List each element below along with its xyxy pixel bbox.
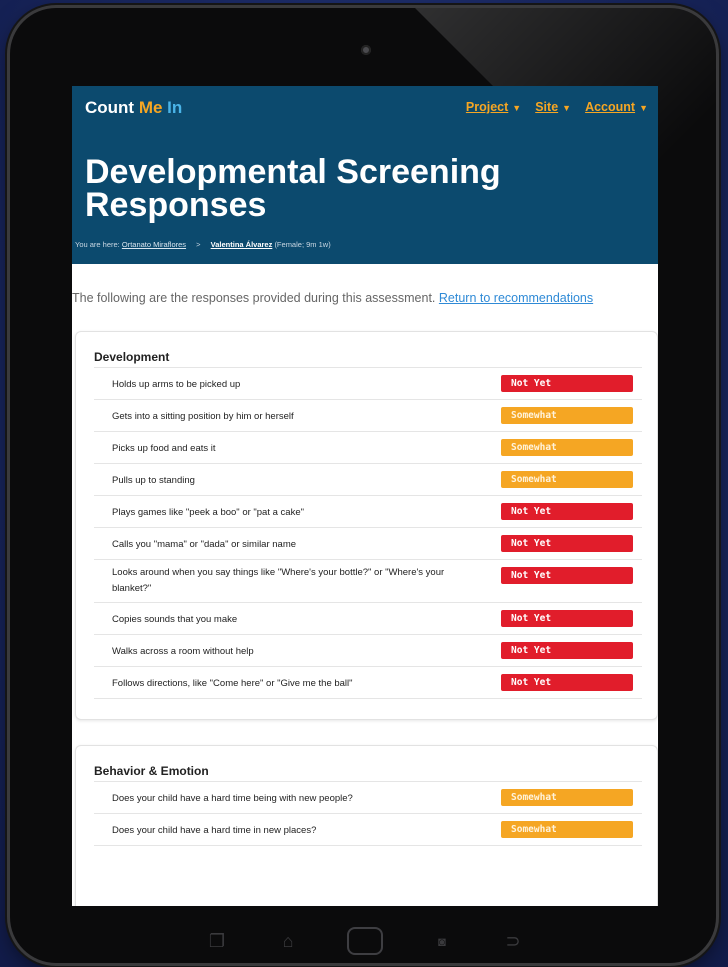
tablet-frame: Count Me In Project ▼ Site ▼ Account ▼ Deve… [10,8,716,963]
response-badge: Not Yet [501,375,633,392]
brand-logo[interactable]: Count Me In [85,98,182,118]
breadcrumb: You are here: Ortanato Miraflores > Vale… [75,240,331,249]
question-text: Follows directions, like "Come here" or … [112,678,353,689]
response-row: Picks up food and eats it Somewhat [94,432,642,464]
page-header: Count Me In Project ▼ Site ▼ Account ▼ Deve… [72,86,658,264]
nav-account-label: Account [585,100,636,114]
brand-part-in: In [162,98,183,117]
response-row: Does your child have a hard time in new … [94,814,642,846]
question-text: Does your child have a hard time being w… [112,793,353,804]
question-text: Holds up arms to be picked up [112,379,241,390]
camera-icon[interactable]: ◙ [430,934,454,949]
section-card-development: Development Holds up arms to be picked u… [75,331,658,720]
response-badge: Not Yet [501,567,633,584]
question-text: Pulls up to standing [112,475,195,486]
return-to-recommendations-link[interactable]: Return to recommendations [439,291,593,305]
nav-site-label: Site [535,100,559,114]
section-title: Development [94,350,170,364]
breadcrumb-child-link[interactable]: Valentina Álvarez [211,240,273,249]
nav-account-menu[interactable]: Account ▼ [585,100,648,114]
question-text: Copies sounds that you make [112,614,238,625]
response-row: Follows directions, like "Come here" or … [94,667,642,699]
device-softkeys: ❐ ⌂ ◙ ⊃ [205,926,525,956]
brand-part-me: Me [138,98,163,117]
response-list: Does your child have a hard time being w… [94,781,642,846]
response-badge: Somewhat [501,471,633,488]
question-text: Walks across a room without help [112,646,254,657]
caret-down-icon: ▼ [512,103,522,113]
section-title: Behavior & Emotion [94,764,209,778]
response-row: Plays games like "peek a boo" or "pat a … [94,496,642,528]
recent-apps-icon[interactable]: ❐ [205,931,229,952]
response-badge: Not Yet [501,503,633,520]
back-icon[interactable]: ⊃ [501,931,525,952]
breadcrumb-child-meta: (Female; 9m 1w) [274,240,331,249]
caret-down-icon: ▼ [562,103,572,113]
intro-text: The following are the responses provided… [72,291,593,305]
breadcrumb-site-link[interactable]: Ortanato Miraflores [122,240,186,249]
nav-project-menu[interactable]: Project ▼ [466,100,521,114]
response-row: Gets into a sitting position by him or h… [94,400,642,432]
question-text: Looks around when you say things like "W… [112,567,445,594]
response-badge: Somewhat [501,821,633,838]
section-card-behavior-emotion: Behavior & Emotion Does your child have … [75,745,658,906]
response-row: Walks across a room without help Not Yet [94,635,642,667]
breadcrumb-separator: > [196,240,201,249]
response-badge: Not Yet [501,642,633,659]
app-screen: Count Me In Project ▼ Site ▼ Account ▼ Deve… [72,86,658,906]
intro-sentence: The following are the responses provided… [72,291,436,305]
breadcrumb-prefix: You are here: [75,240,120,249]
question-text: Calls you "mama" or "dada" or similar na… [112,539,297,550]
response-badge: Not Yet [501,674,633,691]
response-badge: Not Yet [501,610,633,627]
question-text: Does your child have a hard time in new … [112,825,317,836]
response-badge: Not Yet [501,535,633,552]
response-badge: Somewhat [501,439,633,456]
response-list: Holds up arms to be picked up Not Yet Ge… [94,367,642,699]
nav-project-label: Project [465,100,509,114]
response-row: Does your child have a hard time being w… [94,782,642,814]
response-row: Pulls up to standing Somewhat [94,464,642,496]
page-title: Developmental Screening Responses [85,153,501,224]
question-text: Picks up food and eats it [112,443,216,454]
response-row: Copies sounds that you make Not Yet [94,603,642,635]
response-row: Looks around when you say things like "W… [94,560,642,603]
response-badge: Somewhat [501,789,633,806]
response-row: Holds up arms to be picked up Not Yet [94,368,642,400]
response-badge: Somewhat [501,407,633,424]
caret-down-icon: ▼ [639,103,648,113]
question-text: Gets into a sitting position by him or h… [112,411,294,422]
top-nav: Project ▼ Site ▼ Account ▼ [466,100,648,114]
front-camera [361,45,371,55]
home-button[interactable] [347,927,383,955]
brand-part-count: Count [85,98,139,117]
response-row: Calls you "mama" or "dada" or similar na… [94,528,642,560]
question-text: Plays games like "peek a boo" or "pat a … [112,507,304,518]
home-icon[interactable]: ⌂ [276,931,300,952]
nav-site-menu[interactable]: Site ▼ [535,100,571,114]
